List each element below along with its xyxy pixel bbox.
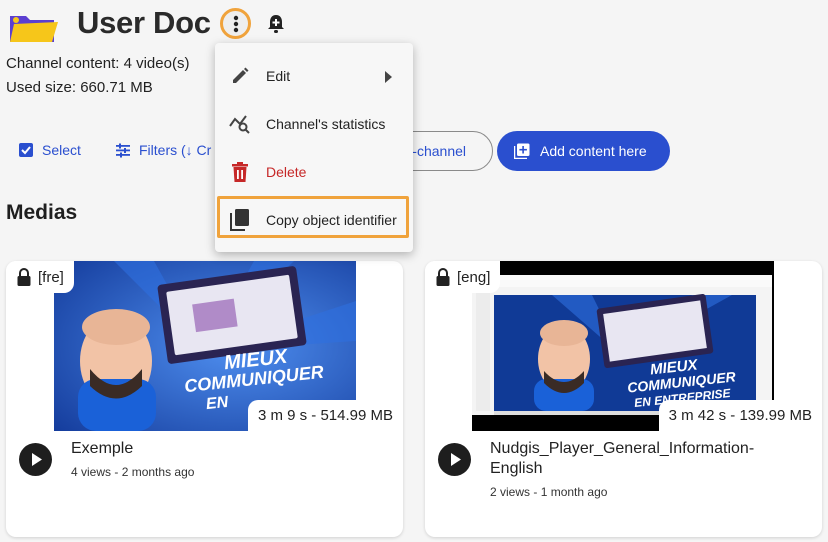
info-separator: -	[114, 465, 122, 479]
select-label: Select	[42, 142, 81, 158]
lang-label: [fre]	[38, 268, 64, 286]
media-card[interactable]: MIEUX COMMUNIQUER EN ENTREPRISE [eng] 3 …	[425, 261, 822, 537]
more-options-button[interactable]	[220, 8, 251, 39]
visibility-lang-badge: [eng]	[425, 261, 501, 293]
more-vert-icon	[233, 15, 238, 32]
lock-icon	[436, 268, 450, 286]
menu-item-statistics[interactable]: Channel's statistics	[215, 100, 413, 148]
channel-content-count: Channel content: 4 video(s)	[6, 55, 190, 72]
menu-label-statistics: Channel's statistics	[266, 116, 386, 132]
filters-label: Filters (↓ Cr	[139, 142, 212, 158]
section-title-medias: Medias	[6, 201, 78, 224]
channel-folder-icon	[8, 10, 60, 44]
media-views: 2 views	[490, 485, 531, 499]
select-button[interactable]: Select	[18, 142, 81, 158]
select-checkbox-icon	[19, 143, 33, 157]
play-button[interactable]	[438, 443, 471, 476]
info-separator: -	[533, 485, 541, 499]
media-title[interactable]: Nudgis_Player_General_Information-Englis…	[490, 439, 790, 479]
duration-size-badge: 3 m 42 s - 139.99 MB	[658, 400, 822, 431]
duration-size-badge: 3 m 9 s - 514.99 MB	[247, 400, 403, 431]
stats-search-icon	[229, 113, 251, 135]
add-content-label: Add content here	[540, 143, 647, 159]
play-icon	[32, 453, 42, 466]
play-icon	[451, 453, 461, 466]
bell-icon	[268, 15, 284, 33]
media-views: 4 views	[71, 465, 112, 479]
play-button[interactable]	[19, 443, 52, 476]
media-title[interactable]: Exemple	[71, 439, 371, 459]
highlight-outline	[217, 196, 409, 238]
submenu-arrow-icon	[385, 70, 392, 88]
lock-icon	[17, 268, 31, 286]
media-info: 2 views - 1 month ago	[490, 485, 607, 499]
add-content-button[interactable]: Add content here	[497, 131, 670, 171]
visibility-lang-badge: [fre]	[6, 261, 74, 293]
tune-icon	[116, 143, 130, 158]
menu-item-delete[interactable]: Delete	[215, 148, 413, 196]
notification-bell-button[interactable]	[266, 13, 286, 35]
lang-label: [eng]	[457, 268, 491, 286]
media-info: 4 views - 2 months ago	[71, 465, 194, 479]
media-card[interactable]: MIEUX COMMUNIQUER EN [fre] 3 m 9 s - 514…	[6, 261, 403, 537]
media-age: 1 month ago	[540, 485, 608, 499]
channel-options-menu: Edit Channel's statistics Delete Copy ob…	[215, 43, 413, 252]
thumbnail-text-3: EN	[205, 393, 230, 414]
pencil-icon	[229, 65, 251, 87]
add-box-icon	[514, 143, 530, 159]
menu-label-edit: Edit	[266, 68, 291, 84]
media-age: 2 months ago	[121, 465, 195, 479]
menu-item-edit[interactable]: Edit	[215, 52, 413, 100]
trash-icon	[229, 161, 251, 183]
filters-button[interactable]: Filters (↓ Cr	[115, 142, 223, 158]
menu-label-delete: Delete	[266, 164, 307, 180]
channel-used-size: Used size: 660.71 MB	[6, 79, 153, 96]
page-title: User Doc	[77, 5, 211, 40]
